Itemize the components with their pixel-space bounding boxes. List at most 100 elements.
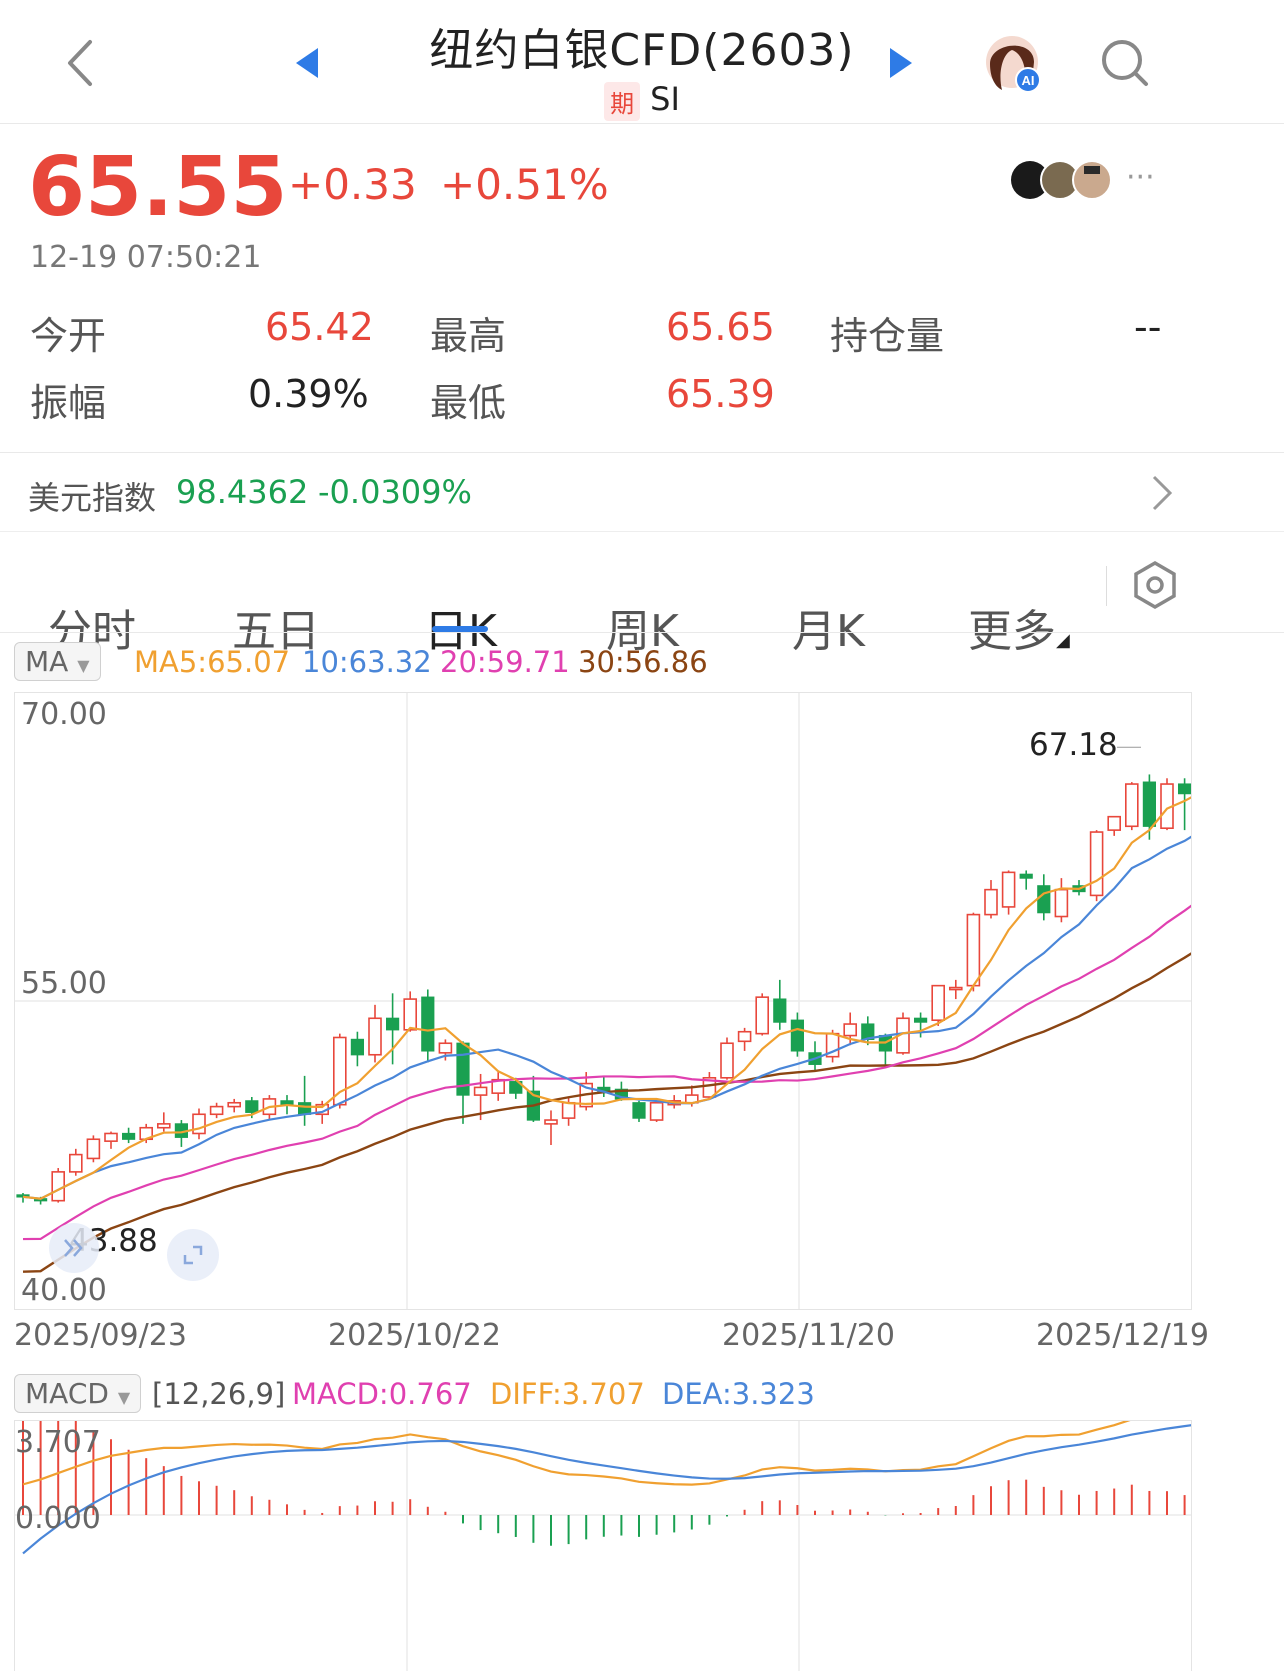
search-icon[interactable]	[1100, 38, 1150, 88]
macd-params: [12,26,9]	[152, 1377, 286, 1411]
open-value: 65.42	[265, 305, 374, 349]
page-subtitle: 期 SI	[0, 80, 1284, 121]
candle	[1107, 815, 1121, 836]
high-label: 最高	[430, 314, 507, 358]
caret-down-icon: ▼	[117, 1388, 131, 1407]
candle	[368, 1004, 382, 1063]
candle	[1054, 878, 1069, 923]
candle	[86, 1135, 101, 1163]
chevron-right-icon	[1150, 473, 1174, 517]
tab-monthly-k[interactable]: 月K	[792, 595, 865, 659]
kline-svg	[15, 693, 1191, 1309]
ma30-line	[22, 952, 1191, 1273]
low-label: 最低	[430, 381, 507, 425]
candle	[421, 989, 435, 1063]
page-title: 纽约白银CFD(2603)	[429, 25, 855, 76]
candle	[526, 1075, 541, 1122]
candle	[773, 979, 787, 1030]
candle	[298, 1075, 312, 1126]
candle	[121, 1127, 136, 1144]
dxy-change: -0.0309%	[318, 473, 472, 511]
candle	[649, 1100, 664, 1122]
caret-down-icon: ▼	[77, 656, 90, 675]
dea-value: DEA:3.323	[662, 1377, 815, 1411]
candle	[104, 1131, 118, 1149]
macd-selector-label: MACD	[25, 1377, 109, 1410]
candle	[403, 991, 418, 1032]
macd-selector[interactable]: MACD ▼	[14, 1374, 142, 1413]
candle	[737, 1027, 752, 1051]
y-label-top: 70.00	[21, 697, 107, 732]
macd-value: MACD:0.767	[292, 1377, 472, 1411]
futures-badge: 期	[604, 81, 641, 121]
quote-time: 12-19 07:50:21	[30, 240, 262, 275]
candle	[878, 1033, 893, 1069]
candle	[68, 1148, 83, 1176]
more-icon[interactable]: ···	[1126, 160, 1155, 195]
next-instrument-icon[interactable]	[886, 46, 916, 80]
candle	[808, 1041, 822, 1071]
candle	[491, 1072, 506, 1101]
ma10-value: 10:63.32	[302, 645, 432, 679]
follower-avatars[interactable]	[1010, 158, 1120, 202]
candle	[1177, 778, 1191, 831]
ai-assistant-avatar[interactable]: AI	[984, 34, 1044, 94]
date-label-2: 2025/10/22	[328, 1318, 501, 1353]
date-label-1: 2025/09/23	[14, 1318, 187, 1353]
svg-text:AI: AI	[1022, 73, 1035, 88]
ma20-line	[22, 904, 1191, 1241]
high-value: 65.65	[666, 305, 775, 349]
candle	[913, 1012, 928, 1038]
amplitude-value: 0.39%	[248, 372, 369, 416]
last-price: 65.55	[28, 140, 288, 235]
macd-zero-label: 0.000	[15, 1501, 101, 1536]
low-value: 65.39	[666, 372, 775, 416]
candle	[790, 1012, 805, 1057]
candle	[157, 1112, 171, 1132]
candle	[720, 1037, 734, 1080]
candle	[632, 1100, 646, 1122]
fullscreen-icon[interactable]	[167, 1229, 219, 1281]
ma20-value: 20:59.71	[440, 645, 570, 679]
dxy-label: 美元指数	[28, 479, 157, 517]
ma-selector[interactable]: MA ▼	[14, 642, 101, 681]
chart-settings-icon[interactable]	[1132, 560, 1178, 610]
candle	[1160, 778, 1174, 831]
candle	[984, 880, 998, 919]
candle	[332, 1033, 347, 1109]
y-label-bottom: 40.00	[21, 1273, 107, 1308]
dxy-row[interactable]: 美元指数 98.4362 -0.0309%	[0, 453, 1284, 531]
candle	[51, 1168, 66, 1203]
dropdown-corner-icon: ◢	[1056, 630, 1070, 651]
candle	[948, 979, 963, 1000]
open-interest-value: --	[1134, 305, 1162, 349]
ma-selector-label: MA	[25, 645, 69, 678]
price-change-pct: +0.51%	[440, 160, 609, 209]
diff-line	[22, 1421, 1131, 1486]
open-label: 今开	[30, 314, 107, 358]
candle	[1125, 782, 1139, 831]
candle	[192, 1108, 206, 1140]
candle	[209, 1102, 224, 1119]
open-interest-label: 持仓量	[830, 314, 945, 358]
price-change: +0.33	[288, 160, 417, 209]
scroll-left-icon[interactable]	[49, 1223, 99, 1273]
header-divider	[0, 123, 1284, 124]
tab-more[interactable]: 更多◢	[968, 595, 1070, 659]
macd-chart[interactable]: 3.707 0.000	[14, 1420, 1192, 1671]
amplitude-label: 振幅	[30, 381, 107, 425]
diff-value: DIFF:3.707	[490, 1377, 645, 1411]
max-price-label: 67.18	[1029, 727, 1118, 763]
ma30-value: 30:56.86	[578, 645, 708, 679]
ma10-line	[22, 835, 1191, 1200]
kline-chart[interactable]: 70.00 55.00 40.00 67.18 43.88	[14, 692, 1192, 1310]
candle	[1001, 870, 1016, 915]
candle	[544, 1110, 558, 1145]
dxy-value: 98.4362	[176, 473, 309, 511]
candle	[350, 1031, 364, 1067]
symbol: SI	[650, 80, 680, 118]
y-label-mid: 55.00	[21, 966, 107, 1001]
date-label-3: 2025/11/20	[722, 1318, 895, 1353]
candle	[1019, 870, 1033, 890]
candle	[227, 1098, 241, 1113]
